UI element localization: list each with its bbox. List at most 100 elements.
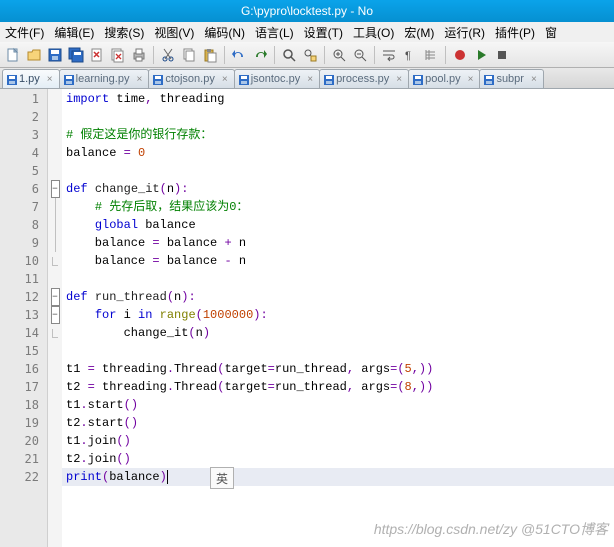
menu-item[interactable]: 宏(M) bbox=[401, 23, 437, 42]
code-line[interactable]: import time, threading bbox=[62, 90, 614, 108]
print-icon[interactable] bbox=[130, 46, 148, 64]
document-tab[interactable]: learning.py× bbox=[59, 69, 150, 88]
open-file-icon[interactable] bbox=[25, 46, 43, 64]
disk-icon bbox=[7, 75, 15, 83]
code-editor[interactable]: import time, threading# 假定这是你的银行存款：balan… bbox=[62, 89, 614, 547]
fold-toggle-icon[interactable]: − bbox=[51, 306, 60, 324]
save-icon[interactable] bbox=[46, 46, 64, 64]
code-line[interactable] bbox=[62, 108, 614, 126]
line-number-gutter: 12345678910111213141516171819202122 bbox=[0, 89, 48, 547]
code-line[interactable]: # 先存后取，结果应该为0： bbox=[62, 198, 614, 216]
show-symbols-icon[interactable]: ¶ bbox=[401, 46, 419, 64]
close-file-icon[interactable] bbox=[88, 46, 106, 64]
menu-item[interactable]: 编辑(E) bbox=[51, 23, 97, 42]
close-tab-icon[interactable]: × bbox=[47, 74, 53, 85]
fold-cell bbox=[48, 126, 62, 144]
cut-icon[interactable] bbox=[159, 46, 177, 64]
close-tab-icon[interactable]: × bbox=[531, 74, 537, 85]
code-line[interactable]: t1.start() bbox=[62, 396, 614, 414]
new-file-icon[interactable] bbox=[4, 46, 22, 64]
menu-item[interactable]: 搜索(S) bbox=[101, 23, 147, 42]
code-line[interactable]: balance = balance + n bbox=[62, 234, 614, 252]
line-number: 11 bbox=[0, 270, 47, 288]
code-line[interactable]: print(balance) bbox=[62, 468, 614, 486]
fold-cell bbox=[48, 90, 62, 108]
fold-cell bbox=[48, 162, 62, 180]
tab-label: process.py bbox=[336, 73, 389, 85]
line-number: 16 bbox=[0, 360, 47, 378]
close-all-icon[interactable] bbox=[109, 46, 127, 64]
fold-cell bbox=[48, 378, 62, 396]
close-tab-icon[interactable]: × bbox=[468, 74, 474, 85]
menu-item[interactable]: 运行(R) bbox=[441, 23, 488, 42]
code-line[interactable]: t2.start() bbox=[62, 414, 614, 432]
code-line[interactable] bbox=[62, 270, 614, 288]
code-line[interactable] bbox=[62, 162, 614, 180]
menu-item[interactable]: 文件(F) bbox=[2, 23, 47, 42]
menu-item[interactable]: 视图(V) bbox=[151, 23, 197, 42]
code-line[interactable]: global balance bbox=[62, 216, 614, 234]
copy-icon[interactable] bbox=[180, 46, 198, 64]
menu-item[interactable]: 插件(P) bbox=[492, 23, 538, 42]
disk-icon bbox=[153, 75, 161, 83]
tab-label: subpr bbox=[496, 73, 524, 85]
disk-icon bbox=[484, 75, 492, 83]
zoom-out-icon[interactable] bbox=[351, 46, 369, 64]
undo-icon[interactable] bbox=[230, 46, 248, 64]
toolbar-separator bbox=[274, 46, 275, 64]
fold-column: −−− bbox=[48, 89, 62, 547]
document-tab[interactable]: pool.py× bbox=[408, 69, 480, 88]
redo-icon[interactable] bbox=[251, 46, 269, 64]
replace-icon[interactable] bbox=[301, 46, 319, 64]
menu-item[interactable]: 窗 bbox=[542, 23, 560, 42]
code-line[interactable]: for i in range(1000000): bbox=[62, 306, 614, 324]
fold-cell bbox=[48, 450, 62, 468]
fold-cell bbox=[48, 360, 62, 378]
menu-item[interactable]: 工具(O) bbox=[350, 23, 397, 42]
close-tab-icon[interactable]: × bbox=[136, 74, 142, 85]
document-tab[interactable]: jsontoc.py× bbox=[234, 69, 320, 88]
fold-toggle-icon[interactable]: − bbox=[51, 180, 60, 198]
text-caret bbox=[167, 470, 168, 484]
document-tab[interactable]: process.py × bbox=[319, 69, 409, 88]
code-line[interactable]: t2 = threading.Thread(target=run_thread,… bbox=[62, 378, 614, 396]
fold-toggle-icon[interactable]: − bbox=[51, 288, 60, 306]
document-tab[interactable]: 1.py× bbox=[2, 69, 60, 88]
code-line[interactable]: t1.join() bbox=[62, 432, 614, 450]
close-tab-icon[interactable]: × bbox=[222, 74, 228, 85]
menu-item[interactable]: 设置(T) bbox=[301, 23, 346, 42]
code-line[interactable]: def run_thread(n): bbox=[62, 288, 614, 306]
document-tab[interactable]: subpr × bbox=[479, 69, 543, 88]
code-line[interactable]: balance = balance - n bbox=[62, 252, 614, 270]
paste-icon[interactable] bbox=[201, 46, 219, 64]
document-tab[interactable]: ctojson.py× bbox=[148, 69, 234, 88]
menu-item[interactable]: 编码(N) bbox=[201, 23, 248, 42]
macro-record-icon[interactable] bbox=[451, 46, 469, 64]
code-line[interactable]: def change_it(n): bbox=[62, 180, 614, 198]
indent-guide-icon[interactable] bbox=[422, 46, 440, 64]
line-number: 8 bbox=[0, 216, 47, 234]
code-line[interactable]: t1 = threading.Thread(target=run_thread,… bbox=[62, 360, 614, 378]
toolbar-separator bbox=[324, 46, 325, 64]
editor-area: 12345678910111213141516171819202122 −−− … bbox=[0, 89, 614, 547]
close-tab-icon[interactable]: × bbox=[396, 74, 402, 85]
code-line[interactable]: change_it(n) bbox=[62, 324, 614, 342]
line-number: 14 bbox=[0, 324, 47, 342]
save-all-icon[interactable] bbox=[67, 46, 85, 64]
word-wrap-icon[interactable] bbox=[380, 46, 398, 64]
find-icon[interactable] bbox=[280, 46, 298, 64]
code-line[interactable]: t2.join() bbox=[62, 450, 614, 468]
line-number: 6 bbox=[0, 180, 47, 198]
window-title-bar: G:\pypro\locktest.py - No bbox=[0, 0, 614, 22]
macro-play-icon[interactable] bbox=[472, 46, 490, 64]
ime-indicator[interactable]: 英 bbox=[210, 467, 234, 489]
menu-item[interactable]: 语言(L) bbox=[252, 23, 297, 42]
close-tab-icon[interactable]: × bbox=[307, 74, 313, 85]
line-number: 1 bbox=[0, 90, 47, 108]
macro-stop-icon[interactable] bbox=[493, 46, 511, 64]
zoom-in-icon[interactable] bbox=[330, 46, 348, 64]
disk-icon bbox=[239, 75, 247, 83]
code-line[interactable]: # 假定这是你的银行存款： bbox=[62, 126, 614, 144]
code-line[interactable]: balance = 0 bbox=[62, 144, 614, 162]
code-line[interactable] bbox=[62, 342, 614, 360]
